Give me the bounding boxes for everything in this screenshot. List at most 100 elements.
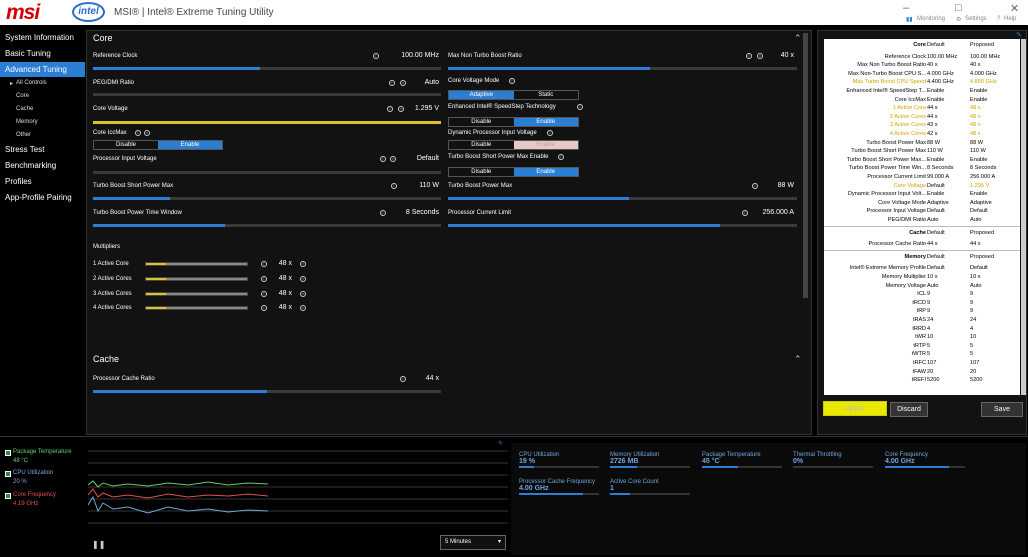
multiplier-slider[interactable] [145,262,248,266]
toggle-option[interactable]: Adaptive [449,91,514,99]
reference-clock-slider[interactable] [93,67,441,70]
core-voltage-slider[interactable] [93,121,441,124]
info-icon[interactable]: i [391,183,397,189]
collapse-chevron-icon[interactable]: ⌃ [794,33,802,44]
info-icon[interactable]: i [373,53,379,59]
interval-select[interactable]: 5 Minutes ▾ [440,535,506,550]
tile-cpu-utilization[interactable]: CPU Utilization 19 % [519,452,599,468]
scrollbar[interactable] [803,33,808,298]
tile-cache-frequency[interactable]: Processor Cache Frequency 4.00 GHz [519,479,599,495]
multiplier-slider[interactable] [145,306,248,310]
info-icon[interactable]: i [380,210,386,216]
pin-icon[interactable]: ✎ [1016,31,1022,39]
reset-icon[interactable]: × [390,156,396,162]
toggle-option[interactable]: Disable [449,118,514,126]
nav-memory[interactable]: Memory [16,119,38,125]
help-button[interactable]: Help [1004,16,1016,22]
info-icon[interactable]: i [752,183,758,189]
toggle-option[interactable]: Enable [513,118,578,126]
monitoring-icon[interactable]: ▮▮ [906,16,913,23]
tb-short-enable-toggle[interactable]: Disable Enable [448,167,579,177]
info-icon[interactable]: i [387,106,393,112]
info-icon[interactable]: i [547,130,553,136]
settings-button[interactable]: Settings [965,16,987,22]
scrollbar[interactable] [1021,39,1026,395]
dyn-input-voltage-toggle[interactable]: Disable Enable [448,140,579,150]
multiplier-slider[interactable] [145,277,248,281]
toggle-option[interactable]: Disable [449,141,514,149]
info-icon[interactable]: i [261,291,267,297]
nav-stress-test[interactable]: Stress Test [0,142,85,157]
toggle-option[interactable]: Enable [513,168,578,176]
default-value: Enable [927,156,945,163]
save-button[interactable]: Save [981,402,1023,417]
info-icon[interactable]: i [558,154,564,160]
pause-icon[interactable]: ❚❚ [92,540,105,549]
reset-icon[interactable]: × [757,53,763,59]
discard-button[interactable]: Discard [890,402,928,417]
info-icon[interactable]: i [742,210,748,216]
speedstep-toggle[interactable]: Disable Enable [448,117,579,127]
processor-input-voltage-slider[interactable] [93,171,441,174]
info-icon[interactable]: i [135,130,141,136]
info-icon[interactable]: i [380,156,386,162]
nav-all-controls[interactable]: All Controls [16,80,47,86]
tile-memory-utilization[interactable]: Memory Utilization 2726 MB [610,452,690,468]
toggle-option[interactable]: Disable [94,141,158,149]
legend-checkbox[interactable] [5,450,11,456]
proc-current-limit-slider[interactable] [448,224,797,227]
toggle-option[interactable]: Disable [449,168,514,176]
reset-icon[interactable]: × [300,261,306,267]
nav-system-information[interactable]: System Information [0,30,85,45]
multiplier-slider[interactable] [145,292,248,296]
info-icon[interactable]: i [509,78,515,84]
info-icon[interactable]: i [746,53,752,59]
setting-name: Max Non Turbo Boost Ratio [857,62,926,69]
reset-icon[interactable]: × [300,291,306,297]
legend-checkbox[interactable] [5,493,11,499]
info-icon[interactable]: i [577,104,583,110]
core-iccmax-toggle[interactable]: Disable Enable [93,140,223,150]
tile-package-temperature[interactable]: Package Temperature 45 °C [702,452,782,468]
toggle-option[interactable]: Enable [158,141,222,149]
minimize-icon[interactable]: – [903,2,909,14]
max-non-turbo-slider[interactable] [448,67,797,70]
info-icon[interactable]: i [261,305,267,311]
reset-icon[interactable]: × [144,130,150,136]
info-icon[interactable]: i [261,261,267,267]
toggle-option[interactable]: Static [513,91,578,99]
legend-checkbox[interactable] [5,471,11,477]
reset-icon[interactable]: × [400,80,406,86]
gear-icon[interactable]: ⚙ [956,16,961,23]
reset-icon[interactable]: × [300,276,306,282]
nav-basic-tuning[interactable]: Basic Tuning [0,46,85,61]
info-icon[interactable]: i [389,80,395,86]
tb-time-window-slider[interactable] [93,224,441,227]
nav-other[interactable]: Other [16,132,31,138]
cache-ratio-slider[interactable] [93,390,441,393]
reset-icon[interactable]: × [300,305,306,311]
peg-dmi-ratio-slider[interactable] [93,93,441,96]
info-icon[interactable]: i [400,376,406,382]
tile-thermal-throttling[interactable]: Thermal Throttling 0% [793,452,873,468]
nav-advanced-tuning[interactable]: Advanced Tuning [0,62,85,77]
tb-short-power-max-slider[interactable] [93,197,441,200]
nav-cache[interactable]: Cache [16,106,33,112]
close-icon[interactable]: ✕ [1010,2,1019,15]
tile-core-frequency[interactable]: Core Frequency 4.00 GHz [885,452,965,468]
tb-power-max-slider[interactable] [448,197,797,200]
monitoring-button[interactable]: Monitoring [917,16,945,22]
maximize-icon[interactable]: □ [955,2,962,14]
pin-icon[interactable]: ✎ [498,440,503,447]
nav-benchmarking[interactable]: Benchmarking [0,158,85,173]
collapse-chevron-icon[interactable]: ⌃ [794,354,802,365]
help-icon[interactable]: ? [997,16,1000,22]
nav-core[interactable]: Core [16,93,29,99]
apply-button[interactable]: Apply [823,401,887,416]
info-icon[interactable]: i [261,276,267,282]
toggle-option[interactable]: Enable [513,141,578,149]
tile-active-core-count[interactable]: Active Core Count 1 [610,479,690,495]
nav-profiles[interactable]: Profiles [0,174,85,189]
core-voltage-mode-toggle[interactable]: Adaptive Static [448,90,579,100]
nav-app-profile-pairing[interactable]: App-Profile Pairing [0,190,85,205]
